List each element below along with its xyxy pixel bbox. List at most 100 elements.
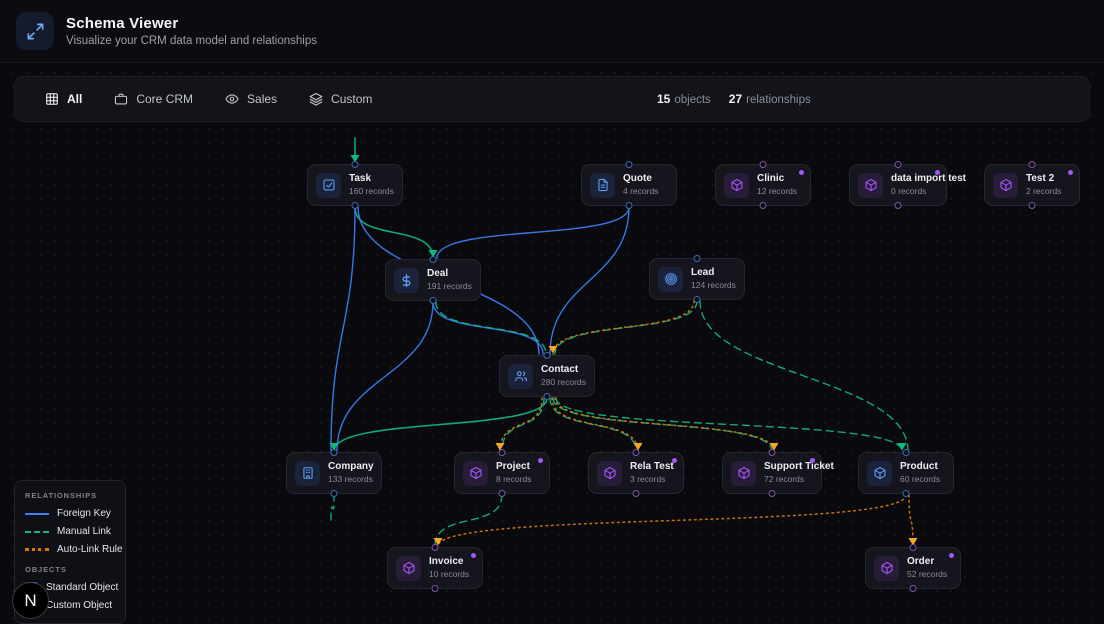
node-record-count: 133 records xyxy=(328,474,374,485)
node-record-count: 52 records xyxy=(907,569,947,580)
schema-node-task[interactable]: Task160 records xyxy=(307,164,403,206)
tab-label: Sales xyxy=(247,92,277,106)
cube-icon xyxy=(993,173,1018,198)
node-record-count: 72 records xyxy=(764,474,834,485)
check-square-icon xyxy=(316,173,341,198)
tab-sales[interactable]: Sales xyxy=(225,92,277,106)
cube-icon xyxy=(874,556,899,581)
dollar-icon xyxy=(394,268,419,293)
target-port[interactable] xyxy=(499,449,506,456)
target-port[interactable] xyxy=(694,255,701,262)
node-record-count: 60 records xyxy=(900,474,940,485)
target-port[interactable] xyxy=(903,449,910,456)
custom-object-dot xyxy=(672,458,677,463)
schema-node-clinic[interactable]: Clinic12 records xyxy=(715,164,811,206)
node-record-count: 191 records xyxy=(427,281,472,292)
custom-object-dot xyxy=(538,458,543,463)
schema-node-lead[interactable]: Lead124 records xyxy=(649,258,745,300)
tab-core-crm[interactable]: Core CRM xyxy=(114,92,193,106)
target-port[interactable] xyxy=(430,256,437,263)
filter-tabs: All Core CRM Sales Custom xyxy=(15,92,372,106)
node-record-count: 280 records xyxy=(541,377,586,388)
target-port[interactable] xyxy=(1029,161,1036,168)
source-port[interactable] xyxy=(331,490,338,497)
node-title: Clinic xyxy=(757,173,797,186)
schema-node-rela_test[interactable]: Rela Test3 records xyxy=(588,452,684,494)
node-title: Rela Test xyxy=(630,461,674,474)
tab-label: Custom xyxy=(331,92,372,106)
schema-node-contact[interactable]: Contact280 records xyxy=(499,355,595,397)
custom-object-dot xyxy=(810,458,815,463)
cube-icon xyxy=(867,461,892,486)
grid-icon xyxy=(45,92,59,106)
node-record-count: 4 records xyxy=(623,186,658,197)
node-record-count: 3 records xyxy=(630,474,674,485)
cube-icon xyxy=(731,461,756,486)
schema-node-test2[interactable]: Test 22 records xyxy=(984,164,1080,206)
cube-icon xyxy=(396,556,421,581)
target-port[interactable] xyxy=(626,161,633,168)
schema-node-company[interactable]: Company133 records xyxy=(286,452,382,494)
schema-node-product[interactable]: Product60 records xyxy=(858,452,954,494)
target-port[interactable] xyxy=(895,161,902,168)
node-title: Task xyxy=(349,173,394,186)
tab-all[interactable]: All xyxy=(45,92,82,106)
page-header: Schema Viewer Visualize your CRM data mo… xyxy=(0,0,1104,63)
source-port[interactable] xyxy=(430,297,437,304)
source-port[interactable] xyxy=(769,490,776,497)
dev-tools-badge[interactable]: N xyxy=(12,582,49,619)
source-port[interactable] xyxy=(352,202,359,209)
target-port[interactable] xyxy=(760,161,767,168)
source-port[interactable] xyxy=(910,585,917,592)
cube-icon xyxy=(463,461,488,486)
legend-relationships-title: RELATIONSHIPS xyxy=(25,491,115,500)
custom-object-dot xyxy=(1068,170,1073,175)
users-icon xyxy=(508,364,533,389)
target-port[interactable] xyxy=(769,449,776,456)
schema-node-data_import_test[interactable]: data import test0 records xyxy=(849,164,947,206)
source-port[interactable] xyxy=(626,202,633,209)
custom-object-dot xyxy=(935,170,940,175)
target-port[interactable] xyxy=(352,161,359,168)
target-port[interactable] xyxy=(910,544,917,551)
target-port[interactable] xyxy=(633,449,640,456)
relationships-count: 27relationships xyxy=(729,92,811,106)
node-title: Order xyxy=(907,556,947,569)
target-port[interactable] xyxy=(331,449,338,456)
legend-item-foreign-key: Foreign Key xyxy=(25,508,115,519)
foreign-key-line-swatch xyxy=(25,513,49,515)
custom-object-dot xyxy=(799,170,804,175)
target-port[interactable] xyxy=(432,544,439,551)
schema-node-support_ticket[interactable]: Support Ticket72 records xyxy=(722,452,822,494)
manual-link-line-swatch xyxy=(25,531,49,533)
layers-icon xyxy=(309,92,323,106)
tab-label: All xyxy=(67,92,82,106)
source-port[interactable] xyxy=(694,296,701,303)
schema-node-order[interactable]: Order52 records xyxy=(865,547,961,589)
legend-item-manual-link: Manual Link xyxy=(25,526,115,537)
target-port[interactable] xyxy=(544,352,551,359)
schema-node-quote[interactable]: Quote4 records xyxy=(581,164,677,206)
node-record-count: 124 records xyxy=(691,280,736,291)
custom-object-dot xyxy=(471,553,476,558)
legend-objects-title: OBJECTS xyxy=(25,565,115,574)
source-port[interactable] xyxy=(1029,202,1036,209)
file-text-icon xyxy=(590,173,615,198)
custom-object-dot xyxy=(949,553,954,558)
source-port[interactable] xyxy=(432,585,439,592)
source-port[interactable] xyxy=(499,490,506,497)
target-icon xyxy=(658,267,683,292)
source-port[interactable] xyxy=(633,490,640,497)
eye-icon xyxy=(225,92,239,106)
tab-custom[interactable]: Custom xyxy=(309,92,372,106)
node-title: Product xyxy=(900,461,940,474)
auto-link-line-swatch xyxy=(25,548,49,551)
schema-node-deal[interactable]: Deal191 records xyxy=(385,259,481,301)
schema-node-project[interactable]: Project8 records xyxy=(454,452,550,494)
schema-node-invoice[interactable]: Invoice10 records xyxy=(387,547,483,589)
source-port[interactable] xyxy=(903,490,910,497)
source-port[interactable] xyxy=(895,202,902,209)
source-port[interactable] xyxy=(544,393,551,400)
node-record-count: 160 records xyxy=(349,186,394,197)
source-port[interactable] xyxy=(760,202,767,209)
